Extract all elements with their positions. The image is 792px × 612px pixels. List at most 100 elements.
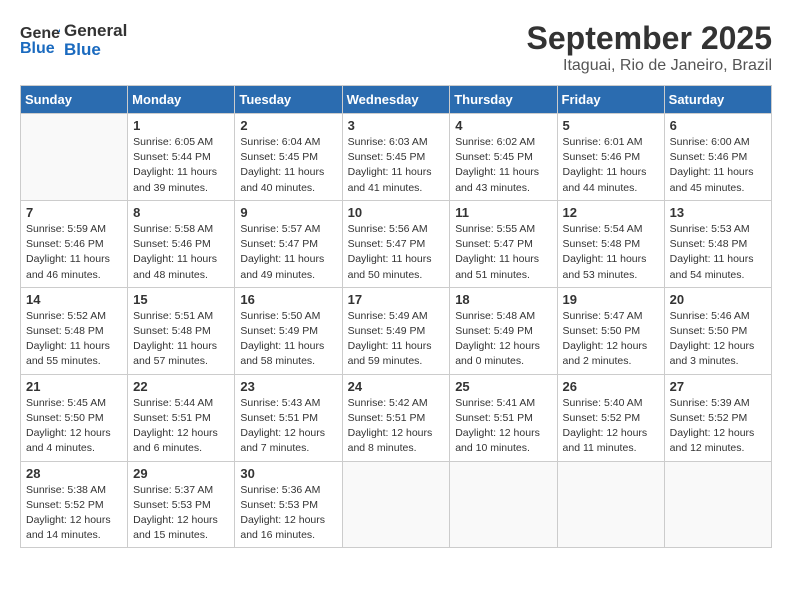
logo: General Blue General Blue	[20, 20, 127, 60]
info-line: Daylight: 12 hours	[670, 339, 766, 354]
info-line: Daylight: 11 hours	[670, 252, 766, 267]
calendar-cell: 27Sunrise: 5:39 AMSunset: 5:52 PMDayligh…	[664, 374, 771, 461]
info-line: Daylight: 11 hours	[133, 339, 229, 354]
info-line: Sunset: 5:46 PM	[563, 150, 659, 165]
calendar-cell	[450, 461, 557, 548]
calendar-table: SundayMondayTuesdayWednesdayThursdayFrid…	[20, 85, 772, 548]
info-line: Daylight: 12 hours	[26, 426, 122, 441]
page-title: September 2025	[527, 20, 772, 57]
calendar-week-row: 14Sunrise: 5:52 AMSunset: 5:48 PMDayligh…	[21, 287, 772, 374]
day-number: 15	[133, 292, 229, 307]
info-line: Sunset: 5:44 PM	[133, 150, 229, 165]
info-line: Daylight: 12 hours	[26, 513, 122, 528]
logo-icon: General Blue	[20, 20, 60, 60]
info-line: Sunset: 5:47 PM	[348, 237, 445, 252]
info-line: Sunrise: 6:04 AM	[240, 135, 336, 150]
calendar-cell: 20Sunrise: 5:46 AMSunset: 5:50 PMDayligh…	[664, 287, 771, 374]
info-line: and 39 minutes.	[133, 181, 229, 196]
day-number: 7	[26, 205, 122, 220]
day-number: 14	[26, 292, 122, 307]
day-info: Sunrise: 5:47 AMSunset: 5:50 PMDaylight:…	[563, 309, 659, 370]
page-header: General Blue General Blue September 2025…	[20, 20, 772, 75]
day-number: 26	[563, 379, 659, 394]
info-line: Sunset: 5:47 PM	[240, 237, 336, 252]
info-line: Daylight: 12 hours	[670, 426, 766, 441]
day-number: 16	[240, 292, 336, 307]
info-line: Sunset: 5:45 PM	[455, 150, 551, 165]
info-line: and 53 minutes.	[563, 268, 659, 283]
day-info: Sunrise: 5:58 AMSunset: 5:46 PMDaylight:…	[133, 222, 229, 283]
info-line: Sunrise: 5:49 AM	[348, 309, 445, 324]
calendar-cell: 8Sunrise: 5:58 AMSunset: 5:46 PMDaylight…	[128, 200, 235, 287]
info-line: Sunrise: 6:05 AM	[133, 135, 229, 150]
info-line: Sunrise: 5:48 AM	[455, 309, 551, 324]
info-line: Daylight: 11 hours	[348, 165, 445, 180]
day-info: Sunrise: 5:42 AMSunset: 5:51 PMDaylight:…	[348, 396, 445, 457]
info-line: and 7 minutes.	[240, 441, 336, 456]
calendar-cell: 21Sunrise: 5:45 AMSunset: 5:50 PMDayligh…	[21, 374, 128, 461]
calendar-week-row: 7 Sunrise: 5:59 AMSunset: 5:46 PM Daylight…	[21, 200, 772, 287]
info-line: Sunrise: 5:38 AM	[26, 483, 122, 498]
info-line: Sunset: 5:50 PM	[670, 324, 766, 339]
info-line: Sunset: 5:48 PM	[670, 237, 766, 252]
calendar-cell: 24 Sunrise: 5:42 AMSunset: 5:51 PMDayligh…	[342, 374, 450, 461]
calendar-cell: 23Sunrise: 5:43 AMSunset: 5:51 PMDayligh…	[235, 374, 342, 461]
info-line: Sunrise: 5:55 AM	[455, 222, 551, 237]
calendar-cell: 10Sunrise: 5:56 AMSunset: 5:47 PMDayligh…	[342, 200, 450, 287]
day-number: 12	[563, 205, 659, 220]
day-info: Sunrise: 5:43 AMSunset: 5:51 PMDaylight:…	[240, 396, 336, 457]
svg-text:Blue: Blue	[20, 40, 55, 57]
day-number: 6	[670, 118, 766, 133]
info-line: Sunrise: 5:44 AM	[133, 396, 229, 411]
day-number: 21	[26, 379, 122, 394]
calendar-cell	[664, 461, 771, 548]
day-info: Sunrise: 5:40 AMSunset: 5:52 PMDaylight:…	[563, 396, 659, 457]
info-line: Daylight: 11 hours	[563, 252, 659, 267]
info-line: Daylight: 12 hours	[133, 513, 229, 528]
calendar-week-row: 1Sunrise: 6:05 AMSunset: 5:44 PMDaylight…	[21, 114, 772, 201]
calendar-week-row: 21Sunrise: 5:45 AMSunset: 5:50 PMDayligh…	[21, 374, 772, 461]
info-line: Sunrise: 5:59 AM	[26, 222, 122, 237]
day-number: 18	[455, 292, 551, 307]
info-line: and 49 minutes.	[240, 268, 336, 283]
info-line: Sunrise: 6:03 AM	[348, 135, 445, 150]
day-number: 27	[670, 379, 766, 394]
calendar-header-row: SundayMondayTuesdayWednesdayThursdayFrid…	[21, 86, 772, 114]
day-number: 20	[670, 292, 766, 307]
info-line: Daylight: 12 hours	[240, 426, 336, 441]
calendar-cell: 18Sunrise: 5:48 AMSunset: 5:49 PMDayligh…	[450, 287, 557, 374]
info-line: Sunset: 5:51 PM	[455, 411, 551, 426]
day-info: Sunrise: 5:41 AMSunset: 5:51 PMDaylight:…	[455, 396, 551, 457]
day-number: 2	[240, 118, 336, 133]
info-line: Sunset: 5:52 PM	[563, 411, 659, 426]
day-info: Sunrise: 6:04 AMSunset: 5:45 PMDaylight:…	[240, 135, 336, 196]
info-line: Daylight: 11 hours	[348, 339, 445, 354]
day-info: Sunrise: 5:37 AMSunset: 5:53 PMDaylight:…	[133, 483, 229, 544]
info-line: Daylight: 12 hours	[455, 426, 551, 441]
info-line: Sunset: 5:51 PM	[240, 411, 336, 426]
day-number: 5	[563, 118, 659, 133]
info-line: Sunset: 5:47 PM	[455, 237, 551, 252]
day-number: 24	[348, 379, 445, 394]
calendar-cell	[342, 461, 450, 548]
weekday-header: Sunday	[21, 86, 128, 114]
day-info: Sunrise: 6:02 AMSunset: 5:45 PMDaylight:…	[455, 135, 551, 196]
weekday-header: Thursday	[450, 86, 557, 114]
day-number: 25	[455, 379, 551, 394]
info-line: Daylight: 11 hours	[670, 165, 766, 180]
calendar-cell: 2 Sunrise: 6:04 AMSunset: 5:45 PMDaylight…	[235, 114, 342, 201]
info-line: and 14 minutes.	[26, 528, 122, 543]
logo-blue: Blue	[64, 41, 127, 60]
title-block: September 2025 Itaguai, Rio de Janeiro, …	[527, 20, 772, 75]
info-line: Sunset: 5:46 PM	[26, 237, 122, 252]
info-line: Sunrise: 5:56 AM	[348, 222, 445, 237]
day-number: 17	[348, 292, 445, 307]
day-info: Sunrise: 6:01 AMSunset: 5:46 PMDaylight:…	[563, 135, 659, 196]
calendar-cell: 14Sunrise: 5:52 AMSunset: 5:48 PMDayligh…	[21, 287, 128, 374]
page-subtitle: Itaguai, Rio de Janeiro, Brazil	[527, 57, 772, 75]
info-line: and 10 minutes.	[455, 441, 551, 456]
info-line: Sunrise: 5:36 AM	[240, 483, 336, 498]
info-line: Sunset: 5:53 PM	[133, 498, 229, 513]
day-info: Sunrise: 5:36 AMSunset: 5:53 PMDaylight:…	[240, 483, 336, 544]
info-line: Sunset: 5:50 PM	[563, 324, 659, 339]
